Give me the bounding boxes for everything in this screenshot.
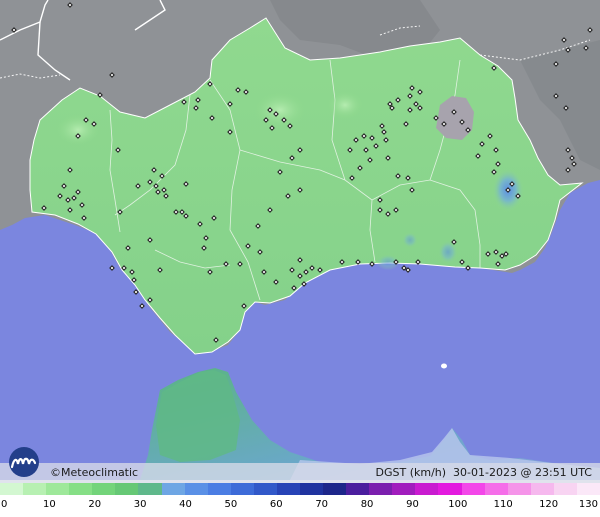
- wind-spot-jaen: [402, 232, 418, 248]
- color-scale-bar: [0, 483, 600, 495]
- color-scale-tick-label: 60: [269, 499, 283, 510]
- color-scale-segment: [438, 483, 462, 495]
- color-scale-segment: [369, 483, 393, 495]
- variable-name: DGST: [375, 466, 407, 479]
- color-scale-tick-label: 90: [406, 499, 419, 510]
- island-alboran: [441, 363, 447, 369]
- color-scale-segment: [392, 483, 416, 495]
- color-scale-segment: [115, 483, 139, 495]
- color-scale-tick-label: 80: [360, 499, 374, 510]
- at-symbol: @: [520, 466, 532, 479]
- color-scale-segment: [300, 483, 324, 495]
- color-scale-segment: [276, 483, 301, 495]
- color-scale-tick-label: 50: [224, 499, 238, 510]
- brand-name: Meteoclimatic: [61, 466, 139, 479]
- color-scale-segment: [530, 483, 554, 495]
- brand-text: ©Meteoclimatic: [50, 466, 138, 479]
- color-scale-segment: [230, 483, 254, 495]
- color-scale-tick-label: 30: [133, 499, 147, 510]
- map-canvas: [0, 0, 600, 480]
- color-scale-segment: [346, 483, 370, 495]
- map-time: 23:51 UTC: [534, 466, 592, 479]
- color-scale-segment: [138, 483, 162, 495]
- color-scale-segment: [415, 483, 439, 495]
- color-scale-tick-label: 120: [539, 499, 559, 510]
- color-scale-segment: [507, 483, 531, 495]
- color-scale-tick-label: 70: [315, 499, 329, 510]
- color-scale-tick-label: 20: [88, 499, 102, 510]
- color-scale-segment: [323, 483, 347, 495]
- color-scale-segment: [461, 483, 485, 495]
- light-spot-huelva: [56, 114, 100, 146]
- color-scale-ticks: 0 10 20 30 40 50 60 70 80 90 100 110 120 130: [0, 495, 600, 517]
- color-scale-tick-label: 110: [493, 499, 513, 510]
- map-area: [0, 0, 600, 480]
- color-scale: 0 10 20 30 40 50 60 70 80 90 100 110 120 130: [0, 483, 600, 517]
- product-info: DGST (km/h) 30-01-2023 @ 23:51 UTC: [375, 466, 592, 479]
- color-scale-tick-label: 0: [1, 499, 8, 510]
- color-scale-tick-label: 40: [179, 499, 192, 510]
- copyright-symbol: ©: [50, 466, 61, 479]
- color-scale-segment: [484, 483, 508, 495]
- color-scale-tick-label: 10: [43, 499, 56, 510]
- color-scale-segment: [161, 483, 185, 495]
- color-scale-tick-label: 100: [448, 499, 468, 510]
- color-scale-segment: [23, 483, 47, 495]
- color-scale-segment: [69, 483, 93, 495]
- map-date: 30-01-2023: [453, 466, 517, 479]
- color-scale-segment: [253, 483, 277, 495]
- color-scale-segment: [553, 483, 577, 495]
- light-spot-sevilla: [254, 92, 306, 128]
- unit-label: (km/h): [409, 466, 447, 479]
- light-spot-cordoba: [327, 91, 363, 119]
- color-scale-segment: [92, 483, 116, 495]
- color-scale-segment: [46, 483, 70, 495]
- color-scale-segment: [576, 483, 600, 495]
- meteoclimatic-logo-icon: [9, 447, 39, 477]
- color-scale-segment: [184, 483, 208, 495]
- color-scale-segment: [207, 483, 231, 495]
- color-scale-segment: [0, 483, 24, 495]
- color-scale-tick-label: 130: [578, 499, 598, 510]
